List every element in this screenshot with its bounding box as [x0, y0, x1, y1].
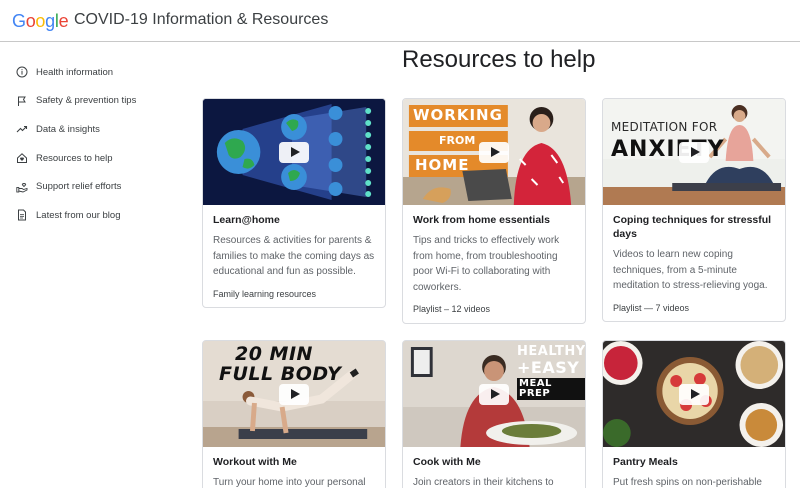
- play-button[interactable]: [479, 141, 509, 163]
- resource-card-work-from-home[interactable]: WORKING FROM HOME Work from home essenti…: [402, 98, 586, 324]
- card-thumbnail: [603, 341, 785, 447]
- hand-heart-icon: [16, 181, 28, 193]
- play-icon: [290, 147, 300, 157]
- card-thumbnail: [203, 99, 385, 205]
- thumb-text-meditation: MEDITATION FOR: [611, 120, 718, 134]
- thumb-text-meal-prep: MEAL PREP: [517, 378, 585, 400]
- play-button[interactable]: [679, 383, 709, 405]
- card-title: Pantry Meals: [613, 456, 678, 468]
- site-title: COVID-19 Information & Resources: [74, 11, 329, 28]
- card-meta: Family learning resources: [213, 288, 317, 299]
- thumb-text-home: HOME: [415, 156, 470, 174]
- play-icon: [290, 389, 300, 399]
- play-button[interactable]: [279, 141, 309, 163]
- card-title: Work from home essentials: [413, 214, 550, 226]
- top-header: Google COVID-19 Information & Resources: [0, 0, 800, 42]
- sidebar-item-label: Latest from our blog: [36, 209, 121, 221]
- card-description: Join creators in their kitchens to: [413, 477, 554, 488]
- thumb-text-20-min: 20 MIN: [235, 343, 313, 365]
- card-description: Videos to learn new coping techniques, f…: [613, 249, 768, 291]
- resource-card-coping-techniques[interactable]: MEDITATION FOR ANXIETY Coping techniques…: [602, 98, 786, 322]
- card-thumbnail: HEALTHY +EASY MEAL PREP: [403, 341, 585, 447]
- play-icon: [690, 147, 700, 157]
- card-thumbnail: MEDITATION FOR ANXIETY: [603, 99, 785, 205]
- card-title: Coping techniques for stressful days: [613, 214, 772, 240]
- logo-letter: o: [25, 11, 36, 31]
- card-description: Resources & activities for parents & fam…: [213, 235, 375, 277]
- card-meta: Playlist – 12 videos: [413, 304, 491, 314]
- card-description: Turn your home into your personal: [213, 477, 366, 488]
- document-icon: [16, 209, 28, 221]
- play-icon: [490, 147, 500, 157]
- sidebar-item-latest-blog[interactable]: Latest from our blog: [0, 201, 185, 230]
- play-icon: [690, 389, 700, 399]
- thumb-text-full-body: FULL BODY: [219, 363, 342, 385]
- card-thumbnail: 20 MIN FULL BODY: [203, 341, 385, 447]
- sidebar-item-label: Support relief efforts: [36, 181, 122, 193]
- sidebar-item-label: Safety & prevention tips: [36, 95, 137, 107]
- card-title: Cook with Me: [413, 456, 481, 468]
- flag-icon: [16, 95, 28, 107]
- info-icon: [16, 66, 28, 78]
- sidebar-item-label: Health information: [36, 66, 114, 78]
- trending-icon: [16, 123, 28, 135]
- home-heart-icon: [16, 152, 28, 164]
- sidebar-nav: Health information Safety & prevention t…: [0, 58, 185, 230]
- sidebar-item-health-information[interactable]: Health information: [0, 58, 185, 87]
- resource-card-cook-with-me[interactable]: HEALTHY +EASY MEAL PREP Cook with Me Joi…: [402, 340, 586, 488]
- card-title: Learn@home: [213, 214, 280, 226]
- thumb-text-working: WORKING: [413, 106, 503, 124]
- thumb-text-healthy: HEALTHY: [517, 344, 585, 359]
- thumb-text-easy: +EASY: [517, 358, 580, 377]
- logo-letter: g: [45, 11, 55, 31]
- logo-letter: e: [58, 11, 69, 31]
- resource-card-learn-at-home[interactable]: Learn@home Resources & activities for pa…: [202, 98, 386, 308]
- card-thumbnail: WORKING FROM HOME: [403, 99, 585, 205]
- sidebar-item-resources-to-help[interactable]: Resources to help: [0, 144, 185, 173]
- sidebar-item-data-insights[interactable]: Data & insights: [0, 115, 185, 144]
- play-button[interactable]: [279, 383, 309, 405]
- sidebar-item-label: Resources to help: [36, 152, 113, 164]
- section-title: Resources to help: [402, 46, 596, 73]
- card-description: Put fresh spins on non-perishable: [613, 477, 762, 488]
- thumb-text-from: FROM: [439, 134, 476, 147]
- resource-card-pantry-meals[interactable]: Pantry Meals Put fresh spins on non-peri…: [602, 340, 786, 488]
- card-title: Workout with Me: [213, 456, 297, 468]
- sidebar-item-label: Data & insights: [36, 123, 100, 135]
- play-icon: [490, 389, 500, 399]
- play-button[interactable]: [479, 383, 509, 405]
- google-logo[interactable]: Google: [12, 11, 69, 32]
- resource-card-workout-with-me[interactable]: 20 MIN FULL BODY Workout with Me Turn yo…: [202, 340, 386, 488]
- logo-letter: o: [35, 11, 46, 31]
- sidebar-item-safety-prevention[interactable]: Safety & prevention tips: [0, 87, 185, 116]
- play-button[interactable]: [679, 141, 709, 163]
- card-meta: Playlist — 7 videos: [613, 302, 690, 313]
- card-description: Tips and tricks to effectively work from…: [413, 235, 560, 293]
- sidebar-item-support-relief[interactable]: Support relief efforts: [0, 172, 185, 201]
- logo-letter: G: [12, 11, 26, 31]
